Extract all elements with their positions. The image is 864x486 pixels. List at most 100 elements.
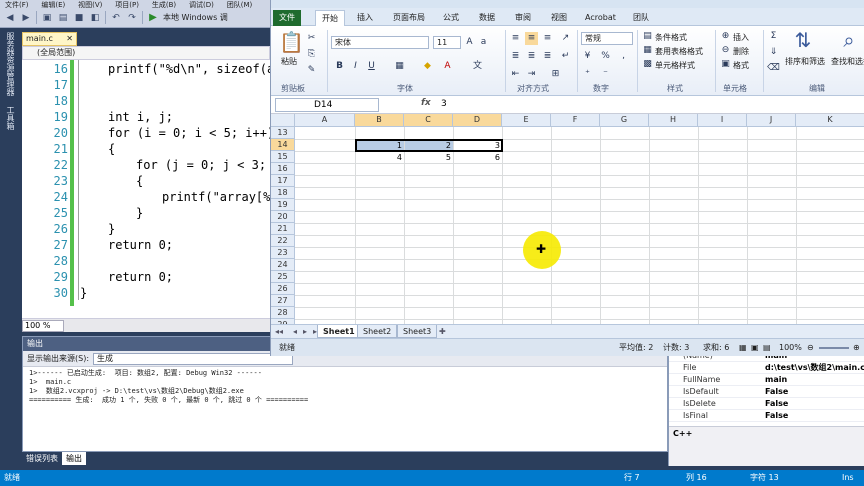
save-all-icon[interactable]: ◧ bbox=[89, 12, 101, 24]
tab-home[interactable]: 开始 bbox=[315, 10, 345, 26]
sheet-tab-2[interactable]: Sheet2 bbox=[357, 325, 398, 338]
normal-view-icon[interactable]: ▦ bbox=[739, 339, 747, 357]
row-header[interactable]: 13 bbox=[271, 127, 295, 139]
zoom-slider[interactable] bbox=[819, 347, 849, 349]
tab-acrobat[interactable]: Acrobat bbox=[579, 10, 622, 26]
save-icon[interactable]: ■ bbox=[73, 12, 85, 24]
sheet-nav-prev-icon[interactable]: ◂ bbox=[293, 325, 297, 338]
table-format-button[interactable]: 套用表格格式 bbox=[655, 46, 703, 57]
merge-center-icon[interactable]: ⊞ bbox=[549, 68, 562, 81]
excel-zoom-level[interactable]: 100% bbox=[779, 339, 802, 357]
column-header[interactable]: J bbox=[747, 114, 796, 127]
tab-page-layout[interactable]: 页面布局 bbox=[387, 10, 431, 26]
sheet-tab-3[interactable]: Sheet3 bbox=[397, 325, 438, 338]
delete-cells-button[interactable]: 删除 bbox=[733, 46, 749, 57]
find-select-button[interactable]: 查找和选择 bbox=[831, 56, 864, 67]
orientation-icon[interactable]: ↗ bbox=[559, 32, 572, 45]
start-debug-icon[interactable]: ▶ bbox=[147, 12, 159, 24]
shrink-font-icon[interactable]: a bbox=[477, 36, 490, 49]
align-middle-icon[interactable]: ≡ bbox=[525, 32, 538, 45]
increase-decimal-icon[interactable]: ⁺ bbox=[581, 68, 594, 81]
back-icon[interactable]: ◀ bbox=[4, 12, 16, 24]
currency-icon[interactable]: ¥ bbox=[581, 50, 594, 63]
column-header[interactable]: K bbox=[796, 114, 864, 127]
output-source-dropdown[interactable]: 生成 bbox=[93, 352, 294, 365]
format-painter-icon[interactable]: ✎ bbox=[305, 64, 318, 77]
server-explorer-tab[interactable]: 服务器资源管理器 bbox=[5, 32, 16, 96]
row-header[interactable]: 26 bbox=[271, 283, 295, 295]
zoom-in-icon[interactable]: ⊕ bbox=[853, 339, 860, 357]
number-format-dropdown[interactable]: 常规 bbox=[581, 32, 633, 45]
paste-icon[interactable]: 📋 bbox=[279, 30, 304, 54]
decrease-indent-icon[interactable]: ⇤ bbox=[509, 68, 522, 81]
font-color-icon[interactable]: A bbox=[441, 60, 454, 73]
cell-c15[interactable]: 5 bbox=[405, 152, 453, 164]
format-cells-button[interactable]: 格式 bbox=[733, 60, 749, 71]
row-header[interactable]: 21 bbox=[271, 223, 295, 235]
conditional-format-icon[interactable]: ▤ bbox=[641, 30, 654, 43]
percent-icon[interactable]: % bbox=[599, 50, 612, 63]
cut-icon[interactable]: ✂ bbox=[305, 32, 318, 45]
insert-cells-button[interactable]: 插入 bbox=[733, 32, 749, 43]
editor-horizontal-scrollbar[interactable]: 100 % bbox=[22, 318, 270, 332]
row-header[interactable]: 25 bbox=[271, 271, 295, 283]
sheet-nav-first-icon[interactable]: ◂◂ bbox=[275, 325, 283, 338]
bold-icon[interactable]: B bbox=[333, 60, 346, 73]
clear-icon[interactable]: ⌫ bbox=[767, 62, 780, 75]
property-row[interactable]: IsDelete False bbox=[669, 398, 864, 410]
align-top-icon[interactable]: ≡ bbox=[509, 32, 522, 45]
row-header[interactable]: 28 bbox=[271, 307, 295, 319]
column-header[interactable]: G bbox=[600, 114, 649, 127]
copy-icon[interactable]: ⎘ bbox=[305, 48, 318, 61]
code-editor[interactable]: 16 17 18 19 20 21 22 23 24 25 26 27 28 2… bbox=[22, 60, 270, 318]
row-header[interactable]: 16 bbox=[271, 163, 295, 175]
column-header[interactable]: F bbox=[551, 114, 600, 127]
property-row[interactable]: IsDefault False bbox=[669, 386, 864, 398]
grow-font-icon[interactable]: A bbox=[463, 36, 476, 49]
tab-formulas[interactable]: 公式 bbox=[437, 10, 465, 26]
column-header[interactable]: H bbox=[649, 114, 698, 127]
autosum-icon[interactable]: Σ bbox=[767, 30, 780, 43]
name-box[interactable]: D14 bbox=[275, 98, 379, 112]
italic-icon[interactable]: I bbox=[349, 60, 362, 73]
row-header[interactable]: 15 bbox=[271, 151, 295, 163]
column-header[interactable]: B bbox=[355, 114, 404, 127]
row-header[interactable]: 22 bbox=[271, 235, 295, 247]
comma-icon[interactable]: , bbox=[617, 50, 630, 63]
tab-error-list[interactable]: 错误列表 bbox=[22, 452, 62, 465]
tab-insert[interactable]: 插入 bbox=[351, 10, 379, 26]
property-row[interactable]: IsFinal False bbox=[669, 410, 864, 422]
cell-d15[interactable]: 6 bbox=[454, 152, 502, 164]
row-header[interactable]: 14 bbox=[271, 139, 295, 151]
run-target-label[interactable]: 本地 Windows 调 bbox=[163, 12, 228, 23]
tab-data[interactable]: 数据 bbox=[473, 10, 501, 26]
find-select-icon[interactable]: ⌕ bbox=[837, 28, 861, 52]
row-header[interactable]: 20 bbox=[271, 211, 295, 223]
editor-zoom-dropdown[interactable]: 100 % bbox=[22, 320, 64, 332]
insert-sheet-icon[interactable]: ✚ bbox=[439, 325, 446, 338]
align-left-icon[interactable]: ≣ bbox=[509, 50, 522, 63]
spreadsheet-grid[interactable]: A B C D E F G H I J K 13 14 15 16 17 18 … bbox=[271, 114, 864, 324]
format-cells-icon[interactable]: ▣ bbox=[719, 58, 732, 71]
underline-icon[interactable]: U bbox=[365, 60, 378, 73]
row-header[interactable]: 24 bbox=[271, 259, 295, 271]
scope-dropdown[interactable]: (全局范围) bbox=[22, 46, 270, 60]
property-row[interactable]: File d:\test\vs\数组2\main.c bbox=[669, 362, 864, 374]
property-row[interactable]: FullName main bbox=[669, 374, 864, 386]
align-bottom-icon[interactable]: ≡ bbox=[541, 32, 554, 45]
row-header[interactable]: 18 bbox=[271, 187, 295, 199]
column-header[interactable]: E bbox=[502, 114, 551, 127]
fill-icon[interactable]: ⇓ bbox=[767, 46, 780, 59]
tab-file[interactable]: 文件 bbox=[273, 10, 301, 26]
formula-input[interactable]: 3 bbox=[441, 99, 447, 109]
border-icon[interactable]: ▦ bbox=[393, 60, 406, 73]
tab-team[interactable]: 团队 bbox=[627, 10, 655, 26]
align-right-icon[interactable]: ≣ bbox=[541, 50, 554, 63]
sheet-tab-1[interactable]: Sheet1 bbox=[317, 325, 361, 338]
increase-indent-icon[interactable]: ⇥ bbox=[525, 68, 538, 81]
tab-output[interactable]: 输出 bbox=[62, 452, 86, 465]
new-project-icon[interactable]: ▣ bbox=[41, 12, 53, 24]
paste-label[interactable]: 粘贴 bbox=[281, 56, 297, 67]
column-header[interactable]: D bbox=[453, 114, 502, 127]
close-icon[interactable]: ✕ bbox=[66, 33, 73, 45]
